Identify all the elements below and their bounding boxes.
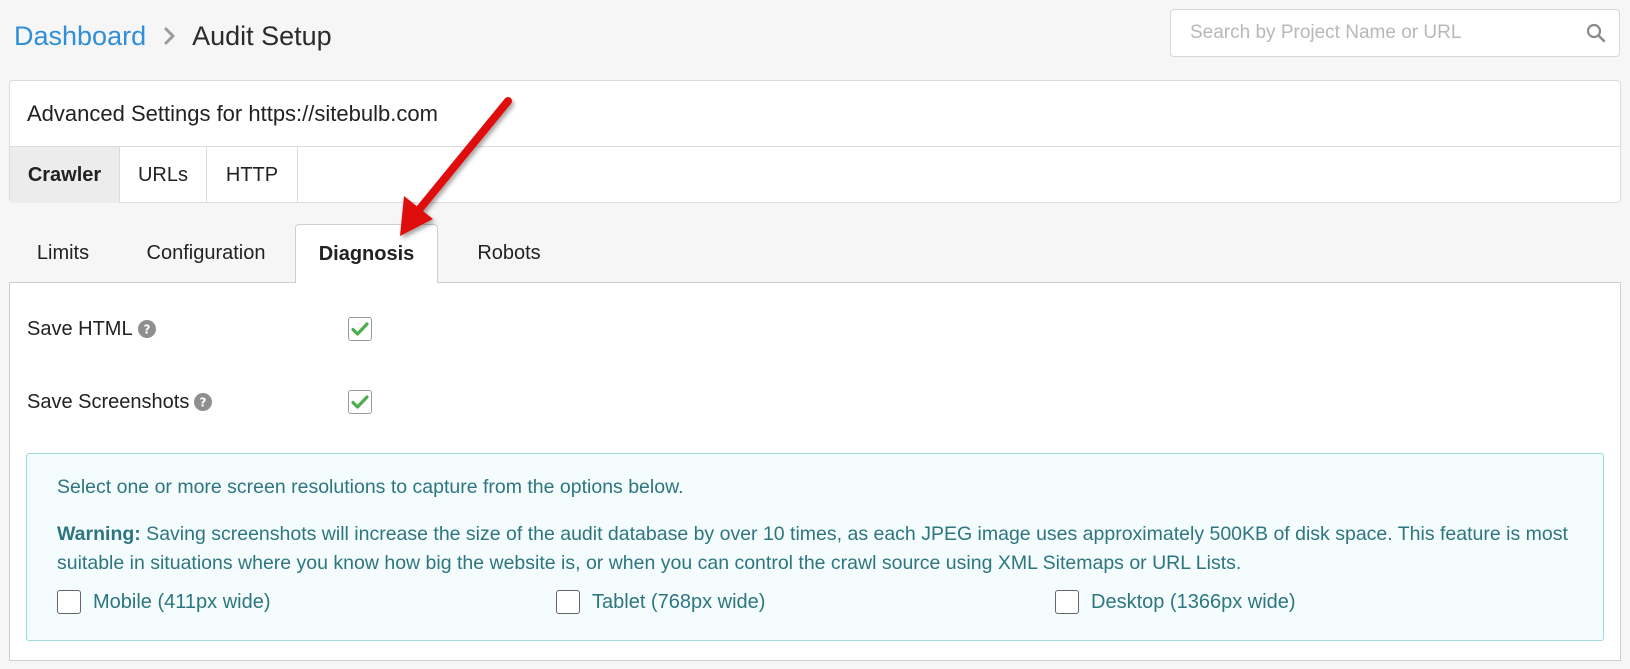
tablet-checkbox[interactable] (556, 590, 580, 614)
info-warning: Warning: Saving screenshots will increas… (57, 520, 1577, 578)
subtab-robots[interactable]: Robots (439, 224, 579, 283)
tab-crawler[interactable]: Crawler (10, 147, 120, 203)
desktop-label: Desktop (1366px wide) (1091, 590, 1296, 613)
mobile-checkbox[interactable] (57, 590, 81, 614)
tab-urls[interactable]: URLs (120, 147, 207, 203)
warning-label: Warning: (57, 523, 141, 545)
svg-text:?: ? (200, 396, 207, 410)
subtab-diagnosis[interactable]: Diagnosis (295, 224, 438, 284)
question-circle-icon[interactable]: ? (194, 393, 213, 411)
save-screenshots-checkbox[interactable] (348, 390, 372, 414)
screenshot-info-box: Select one or more screen resolutions to… (26, 453, 1604, 641)
resolution-option-desktop[interactable]: Desktop (1366px wide) (1055, 588, 1296, 616)
save-screenshots-label: Save Screenshots (27, 390, 190, 413)
svg-text:?: ? (143, 323, 150, 337)
search-input[interactable] (1171, 10, 1573, 56)
resolution-option-mobile[interactable]: Mobile (411px wide) (57, 588, 271, 616)
setting-save-screenshots: Save Screenshots ? (27, 386, 213, 418)
sub-tabs: Limits Configuration Diagnosis Robots (9, 224, 1621, 284)
chevron-right-icon (164, 27, 176, 45)
checkmark-icon (351, 322, 369, 336)
breadcrumb-dashboard-link[interactable]: Dashboard (14, 21, 146, 52)
question-circle-icon[interactable]: ? (137, 320, 156, 338)
tablet-label: Tablet (768px wide) (592, 590, 766, 613)
resolution-option-tablet[interactable]: Tablet (768px wide) (556, 588, 765, 616)
breadcrumb-current: Audit Setup (192, 20, 332, 51)
breadcrumb: Dashboard Audit Setup (14, 14, 332, 58)
search-icon[interactable] (1573, 23, 1619, 43)
checkmark-icon (351, 395, 369, 409)
diagnosis-tab-content: Save HTML ? Save Screenshots ? Select on… (9, 283, 1621, 661)
info-instructions: Select one or more screen resolutions to… (57, 476, 684, 498)
setting-save-html: Save HTML ? (27, 313, 156, 345)
subtab-configuration[interactable]: Configuration (121, 224, 291, 283)
save-html-label: Save HTML (27, 317, 133, 340)
top-tabs: Crawler URLs HTTP (10, 147, 1620, 203)
tab-http[interactable]: HTTP (207, 147, 298, 203)
mobile-label: Mobile (411px wide) (93, 590, 271, 613)
panel-title: Advanced Settings for https://sitebulb.c… (10, 81, 1620, 147)
subtab-limits[interactable]: Limits (9, 224, 117, 283)
advanced-settings-panel: Advanced Settings for https://sitebulb.c… (9, 80, 1621, 203)
warning-text: Saving screenshots will increase the siz… (57, 523, 1568, 574)
save-html-checkbox[interactable] (348, 317, 372, 341)
search-box (1170, 9, 1620, 57)
desktop-checkbox[interactable] (1055, 590, 1079, 614)
